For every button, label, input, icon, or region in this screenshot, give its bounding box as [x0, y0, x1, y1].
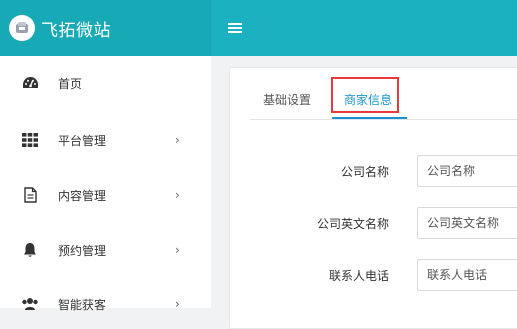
chevron-right-icon: ›	[175, 133, 180, 147]
company-name-label: 公司名称	[340, 165, 389, 179]
highlight-annotation	[331, 77, 399, 113]
sidebar-item-label: 平台管理	[58, 133, 107, 148]
document-icon	[21, 186, 39, 204]
bell-icon	[21, 241, 39, 259]
sidebar-item-home[interactable]: 首页	[0, 63, 211, 103]
company-english-name-input[interactable]	[417, 207, 517, 239]
sidebar-item-label: 首页	[58, 76, 83, 91]
contact-phone-input[interactable]	[417, 259, 517, 291]
active-tab-indicator	[332, 117, 407, 119]
form-row-contact-phone: 联系人电话	[229, 259, 517, 293]
top-bar	[211, 0, 517, 56]
sidebar-item-platform[interactable]: 平台管理 ›	[0, 120, 211, 160]
sidebar-item-leads[interactable]: 智能获客 ›	[0, 284, 211, 324]
brand-title: 飞拓微站	[41, 20, 111, 41]
brand-header: 飞拓微站	[0, 0, 211, 56]
logo-icon	[9, 15, 35, 41]
dashboard-icon	[21, 74, 39, 92]
sidebar-item-label: 预约管理	[58, 243, 107, 258]
sidebar-item-label: 内容管理	[58, 188, 107, 203]
users-icon	[21, 295, 39, 313]
company-name-input[interactable]	[417, 155, 517, 187]
chevron-right-icon: ›	[175, 243, 180, 257]
sidebar: 首页 平台管理 › 内容管理 › 预约管理 › 智能获客 ›	[0, 56, 211, 312]
form-row-company-english-name: 公司英文名称	[229, 207, 517, 241]
contact-phone-label: 联系人电话	[328, 269, 389, 283]
chevron-right-icon: ›	[175, 297, 180, 311]
company-english-name-label: 公司英文名称	[316, 217, 389, 231]
grid-icon	[21, 131, 39, 149]
sidebar-item-label: 智能获客	[58, 297, 107, 312]
chevron-right-icon: ›	[175, 188, 180, 202]
form-row-company-name: 公司名称	[229, 155, 517, 189]
menu-toggle-icon[interactable]	[228, 20, 242, 36]
tab-basic-settings[interactable]: 基础设置	[263, 80, 311, 119]
sidebar-item-booking[interactable]: 预约管理 ›	[0, 230, 211, 270]
sidebar-item-content[interactable]: 内容管理 ›	[0, 175, 211, 215]
